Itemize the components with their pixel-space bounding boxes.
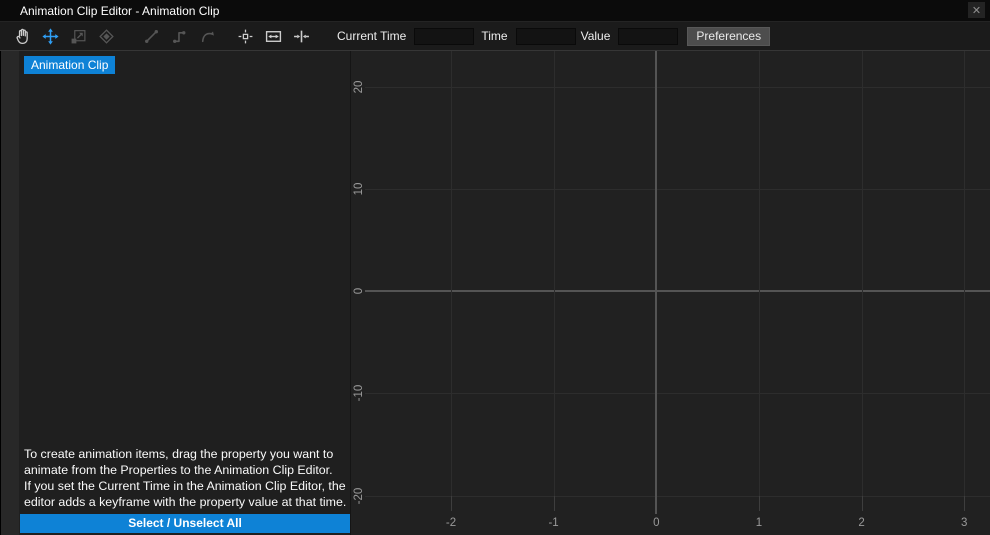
time-input[interactable]	[516, 28, 576, 45]
vertical-gridline	[451, 51, 452, 496]
step-tangent-button[interactable]	[170, 27, 188, 45]
help-line: editor adds a keyframe with the property…	[24, 494, 346, 510]
x-axis-line	[365, 290, 990, 292]
linear-tangent-button[interactable]	[142, 27, 160, 45]
x-tick-mark	[451, 496, 452, 511]
scale-icon	[70, 28, 87, 45]
vertical-gridline	[554, 51, 555, 496]
x-tick-label: 1	[756, 517, 762, 529]
scale-tool-button[interactable]	[69, 27, 87, 45]
time-label: Time	[481, 29, 507, 43]
title-bar: Animation Clip Editor - Animation Clip ✕	[0, 0, 990, 22]
value-input[interactable]	[618, 28, 678, 45]
clip-list-panel: Animation Clip To create animation items…	[0, 51, 351, 535]
keyframe-tool-button[interactable]	[97, 27, 115, 45]
curve-graph[interactable]: 20100-10-20-2-10123	[351, 51, 990, 535]
x-tick-mark	[862, 496, 863, 511]
close-icon: ✕	[972, 4, 981, 17]
horizontal-gridline	[365, 189, 990, 190]
y-tick-label: -10	[353, 385, 365, 402]
center-view-button[interactable]	[236, 27, 254, 45]
help-text: To create animation items, drag the prop…	[24, 446, 346, 510]
hand-icon	[14, 28, 31, 45]
fit-width-icon	[293, 28, 310, 45]
center-crosshair-icon	[237, 28, 254, 45]
horizontal-gridline	[365, 496, 990, 497]
help-line: animate from the Properties to the Anima…	[24, 462, 346, 478]
move-tool-button[interactable]	[41, 27, 59, 45]
y-axis-line	[655, 51, 657, 514]
x-tick-mark	[554, 496, 555, 511]
horizontal-gridline	[365, 87, 990, 88]
spline-tangent-icon	[199, 28, 216, 45]
value-label: Value	[581, 29, 611, 43]
current-time-label: Current Time	[337, 29, 406, 43]
help-line: If you set the Current Time in the Anima…	[24, 478, 346, 494]
y-tick-label: -20	[353, 488, 365, 505]
keyframe-diamond-icon	[98, 28, 115, 45]
close-button[interactable]: ✕	[968, 2, 985, 18]
x-tick-label: -1	[548, 517, 558, 529]
y-tick-label: 0	[353, 288, 365, 294]
x-tick-label: 2	[858, 517, 864, 529]
current-time-input[interactable]	[414, 28, 474, 45]
x-tick-label: -2	[446, 517, 456, 529]
x-tick-mark	[759, 496, 760, 511]
y-tick-label: 20	[353, 81, 365, 94]
vertical-gridline	[759, 51, 760, 496]
linear-tangent-icon	[143, 28, 160, 45]
y-tick-label: 10	[353, 183, 365, 196]
x-tick-mark	[964, 496, 965, 511]
x-tick-label: 3	[961, 517, 967, 529]
toolbar: Current Time Time Value Preferences	[0, 22, 990, 51]
x-tick-label: 0	[653, 517, 659, 529]
select-unselect-all-button[interactable]: Select / Unselect All	[20, 514, 350, 533]
fit-horizontal-icon	[265, 28, 282, 45]
spline-tangent-button[interactable]	[198, 27, 216, 45]
clip-item-animation-clip[interactable]: Animation Clip	[24, 56, 115, 74]
vertical-gridline	[964, 51, 965, 496]
preferences-button[interactable]: Preferences	[687, 27, 770, 46]
window-title: Animation Clip Editor - Animation Clip	[20, 4, 219, 18]
horizontal-gridline	[365, 393, 990, 394]
pan-tool-button[interactable]	[13, 27, 31, 45]
panel-gutter	[0, 51, 19, 535]
help-line: To create animation items, drag the prop…	[24, 446, 346, 462]
move-arrows-icon	[42, 28, 59, 45]
vertical-gridline	[862, 51, 863, 496]
fit-width-button[interactable]	[292, 27, 310, 45]
step-tangent-icon	[171, 28, 188, 45]
fit-horizontal-button[interactable]	[264, 27, 282, 45]
